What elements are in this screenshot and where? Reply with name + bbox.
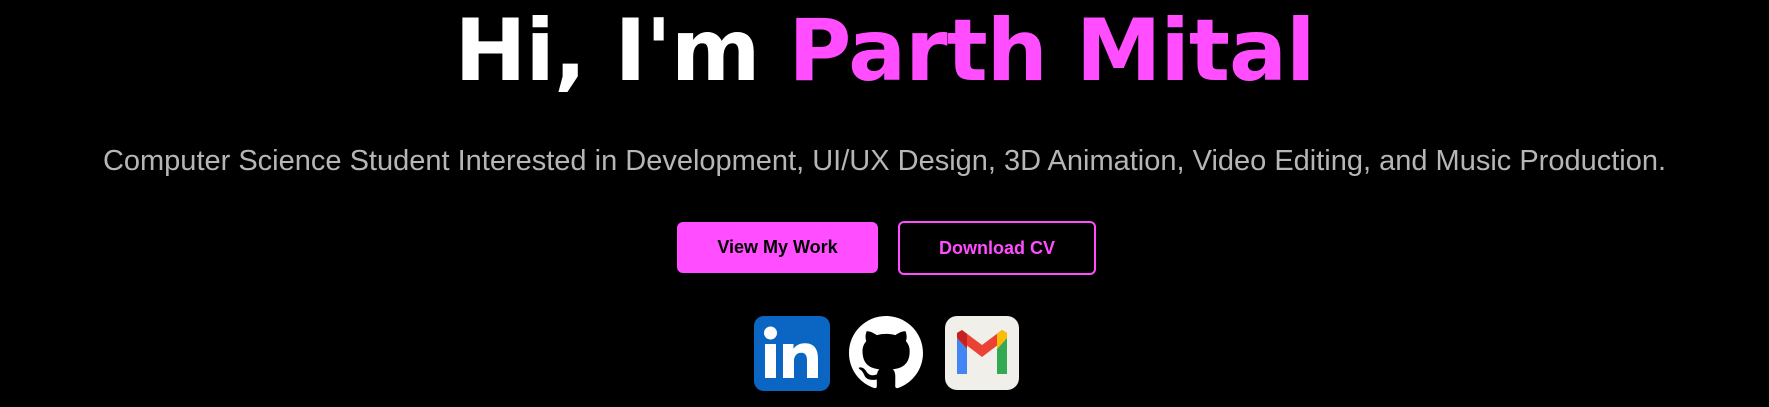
hero-section: Hi, I'm Parth Mital Computer Science Stu… [0, 0, 1769, 407]
gmail-icon [945, 316, 1019, 390]
view-my-work-button[interactable]: View My Work [677, 222, 878, 273]
github-link[interactable] [849, 316, 923, 390]
linkedin-icon [754, 316, 830, 391]
hero-name: Parth Mital [788, 1, 1315, 101]
github-icon [849, 316, 923, 389]
hero-tagline: Computer Science Student Interested in D… [102, 145, 1667, 177]
linkedin-link[interactable] [754, 316, 830, 391]
hero-title: Hi, I'm Parth Mital [0, 0, 1769, 102]
gmail-link[interactable] [945, 316, 1019, 390]
hero-greeting: Hi, I'm [454, 1, 789, 101]
download-cv-button[interactable]: Download CV [898, 221, 1096, 275]
